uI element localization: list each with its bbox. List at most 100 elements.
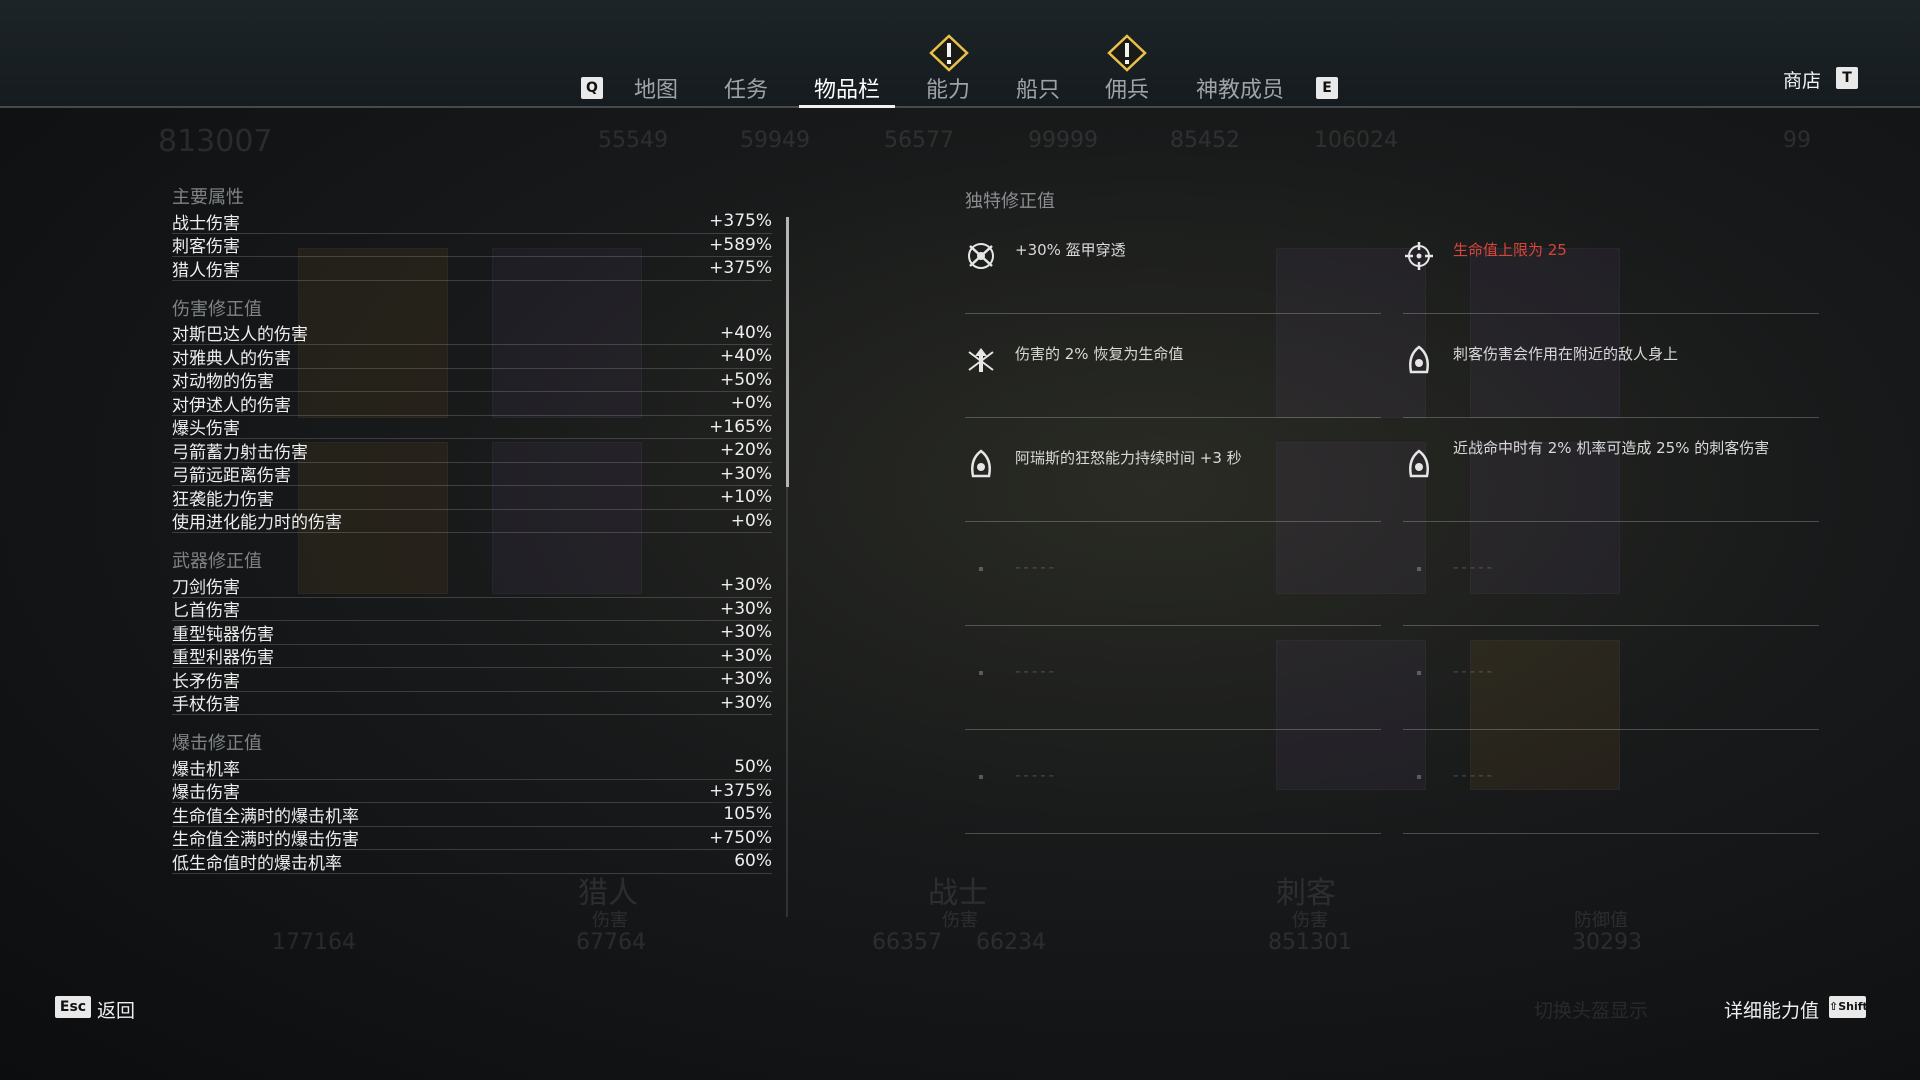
ghost-value: 66357 [872, 930, 942, 955]
stat-row: 战士伤害 +375% [172, 210, 772, 234]
section-weapon-modifiers: 武器修正值 刀剑伤害 +30% 匕首伤害 +30% 重型钝器伤害 +30% 重型利器伤… [172, 550, 772, 715]
stat-label: 弓箭蓄力射击伤害 [172, 442, 308, 463]
stats-scrollbar-thumb[interactable] [786, 217, 789, 487]
armor-pierce-icon [968, 243, 994, 269]
stat-label: 长矛伤害 [172, 671, 240, 692]
slot-dot [1417, 567, 1421, 571]
unique-modifier-item: +30% 盔甲穿透 [965, 210, 1381, 314]
empty-modifier-slot: ----- [1403, 730, 1819, 834]
stat-label: 猎人伤害 [172, 260, 240, 281]
empty-slot-text: ----- [1453, 662, 1496, 680]
next-tab-key[interactable]: E [1316, 77, 1338, 99]
section-title: 伤害修正值 [172, 298, 262, 320]
stat-label: 对斯巴达人的伤害 [172, 325, 308, 346]
tab-map[interactable]: 地图 [628, 72, 684, 103]
stat-value: +30% [719, 669, 772, 690]
stat-row: 刺客伤害 +589% [172, 234, 772, 258]
tab-abilities[interactable]: 能力 [920, 72, 976, 103]
section-title: 爆击修正值 [172, 733, 262, 754]
tab-mercenaries[interactable]: 佣兵 [1099, 72, 1155, 103]
stat-label: 刺客伤害 [172, 237, 240, 258]
stat-row: 狂袭能力伤害 +10% [172, 486, 772, 510]
shop-label[interactable]: 商店 [1783, 66, 1821, 93]
stat-row: 生命值全满时的爆击伤害 +750% [172, 827, 772, 851]
slot-dot [979, 775, 983, 779]
back-button[interactable]: 返回 [97, 996, 135, 1023]
unique-modifier-item: 近战命中时有 2% 机率可造成 25% 的刺客伤害 [1403, 418, 1819, 522]
stat-row: 对雅典人的伤害 +40% [172, 345, 772, 369]
modifier-text: 近战命中时有 2% 机率可造成 25% 的刺客伤害 [1453, 439, 1770, 457]
stat-value: +589% [709, 234, 772, 255]
tab-inventory[interactable]: 物品栏 [800, 72, 894, 103]
stat-row: 重型利器伤害 +30% [172, 645, 772, 668]
stat-value: +165% [709, 416, 772, 437]
detailed-stats-button[interactable]: 详细能力值 [1724, 996, 1819, 1023]
stat-row: 对斯巴达人的伤害 +40% [172, 322, 772, 346]
ghost-level-power: 813007 [158, 124, 273, 159]
ghost-value: 66234 [976, 930, 1046, 955]
stat-label: 低生命值时的爆击机率 [172, 853, 342, 874]
stat-value: +10% [719, 487, 772, 508]
ghost-stat: 85452 [1170, 128, 1240, 153]
stat-value: 60% [734, 851, 772, 872]
section-critical-modifiers: 爆击修正值 爆击机率 50% 爆击伤害 +375% 生命值全满时的爆击机率 105% … [172, 732, 772, 874]
unique-modifier-item: 生命值上限为 25 [1403, 210, 1819, 314]
stat-value: +30% [719, 692, 772, 713]
detailed-stats-panel[interactable]: 主要属性 战士伤害 +375% 刺客伤害 +589% 猎人伤害 +375% 伤害修正值… [172, 186, 772, 914]
stat-value: +40% [719, 322, 772, 343]
unique-modifier-item: 刺客伤害会作用在附近的敌人身上 [1403, 314, 1819, 418]
slot-dot [1417, 671, 1421, 675]
stat-label: 战士伤害 [172, 213, 240, 234]
stat-row: 弓箭蓄力射击伤害 +20% [172, 439, 772, 463]
ghost-value: 30293 [1572, 930, 1642, 955]
stat-value: +50% [719, 369, 772, 390]
ghost-level-badge: 99 [1783, 128, 1811, 153]
shift-key[interactable]: ⇧Shift [1829, 996, 1868, 1018]
stat-row: 爆击伤害 +375% [172, 780, 772, 804]
stat-label: 手杖伤害 [172, 695, 240, 716]
stat-row: 对伊述人的伤害 +0% [172, 392, 772, 416]
stat-label: 爆击机率 [172, 759, 240, 780]
stat-row: 刀剑伤害 +30% [172, 574, 772, 598]
stat-row: 生命值全满时的爆击机率 105% [172, 803, 772, 827]
empty-modifier-slot: ----- [965, 626, 1381, 730]
stat-label: 对伊述人的伤害 [172, 395, 291, 416]
stat-value: +30% [719, 575, 772, 596]
stat-label: 狂袭能力伤害 [172, 489, 274, 510]
stat-label: 爆击伤害 [172, 783, 240, 804]
ghost-stat: 99999 [1028, 128, 1098, 153]
modifier-text: +30% 盔甲穿透 [1015, 241, 1126, 259]
assassin-hood-icon [971, 449, 991, 478]
ghost-stat: 55549 [598, 128, 668, 153]
top-nav-bar: Q 地图 任务 物品栏 能力 船只 佣兵 神教成员 E 商店 T [0, 0, 1920, 108]
section-damage-modifiers: 伤害修正值 对斯巴达人的伤害 +40% 对雅典人的伤害 +40% 对动物的伤害 +50… [172, 298, 772, 533]
stat-row: 长矛伤害 +30% [172, 668, 772, 692]
crosshair-icon [1405, 242, 1433, 270]
stat-label: 重型钝器伤害 [172, 624, 274, 645]
section-title: 主要属性 [172, 187, 244, 208]
unique-modifier-item: 阿瑞斯的狂怒能力持续时间 +3 秒 [965, 418, 1381, 522]
empty-modifier-slot: ----- [965, 522, 1381, 626]
section-main-attributes: 主要属性 战士伤害 +375% 刺客伤害 +589% 猎人伤害 +375% [172, 186, 772, 281]
stat-row: 爆头伤害 +165% [172, 416, 772, 439]
esc-key[interactable]: Esc [55, 996, 91, 1018]
stat-value: +0% [730, 510, 772, 531]
tab-quests[interactable]: 任务 [718, 72, 774, 103]
empty-slot-text: ----- [1015, 662, 1058, 680]
tab-ships[interactable]: 船只 [1010, 72, 1066, 103]
stat-label: 刀剑伤害 [172, 577, 240, 598]
ghost-value: 851301 [1268, 930, 1352, 955]
abilities-alert-icon [929, 34, 969, 72]
active-tab-underline [799, 105, 895, 108]
shop-key[interactable]: T [1836, 67, 1858, 89]
slot-dot [979, 567, 983, 571]
stat-value: +375% [709, 258, 772, 279]
tab-cultists[interactable]: 神教成员 [1192, 72, 1288, 103]
empty-slot-text: ----- [1453, 558, 1496, 576]
prev-tab-key[interactable]: Q [581, 77, 603, 99]
empty-slot-text: ----- [1453, 766, 1496, 784]
stat-label: 生命值全满时的爆击伤害 [172, 830, 359, 851]
stat-value: +375% [709, 211, 772, 232]
ghost-sub-label: 伤害 [1292, 910, 1328, 931]
modifier-text-warning: 生命值上限为 25 [1453, 241, 1567, 259]
